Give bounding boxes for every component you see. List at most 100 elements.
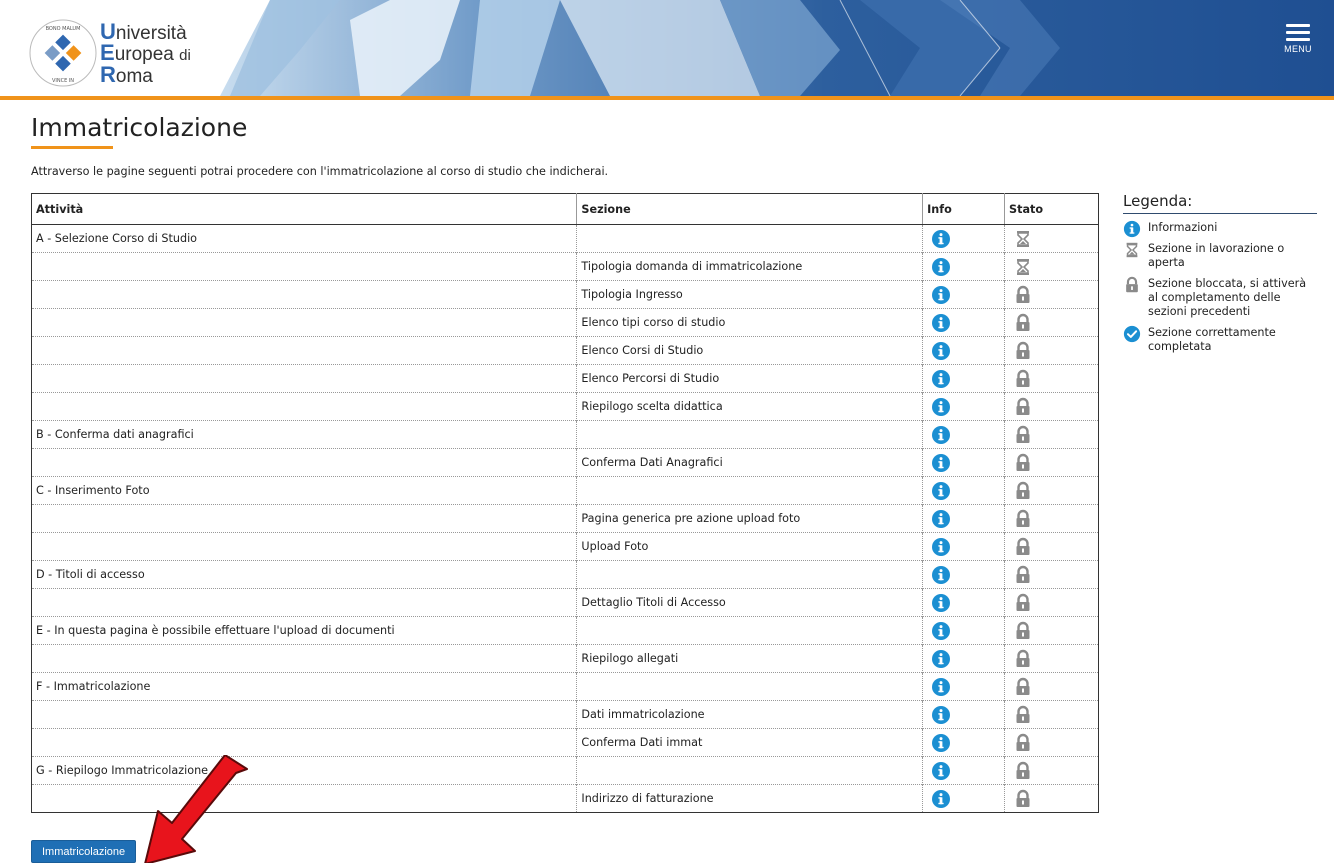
cell-attivita: B - Conferma dati anagrafici: [31, 420, 577, 449]
title-underline: [31, 146, 113, 149]
cell-sezione: Conferma Dati immat: [576, 728, 923, 757]
legend-item: Sezione correttamente completata: [1123, 325, 1317, 354]
cell-info: [922, 364, 1005, 393]
cell-attivita: [31, 336, 577, 365]
table-body: A - Selezione Corso di Studio Tipologia d…: [31, 224, 1099, 813]
info-icon[interactable]: [931, 705, 951, 725]
university-seal-icon: BONO MALUM VINCE IN: [29, 19, 97, 87]
info-icon[interactable]: [931, 789, 951, 809]
info-icon[interactable]: [931, 257, 951, 277]
cell-info: [922, 448, 1005, 477]
header-banner-image: [200, 0, 1334, 96]
cell-sezione: Upload Foto: [576, 532, 923, 561]
hamburger-icon: [1276, 24, 1320, 41]
cell-info: [922, 504, 1005, 533]
info-icon[interactable]: [931, 453, 951, 473]
lock-icon: [1013, 481, 1033, 501]
cell-info: [922, 728, 1005, 757]
cell-sezione: Elenco Percorsi di Studio: [576, 364, 923, 393]
cell-info: [922, 756, 1005, 785]
hourglass-icon: [1013, 229, 1033, 249]
cell-info: [922, 700, 1005, 729]
info-icon[interactable]: [931, 649, 951, 669]
cell-stato: [1004, 420, 1099, 449]
info-icon[interactable]: [931, 621, 951, 641]
cell-stato: [1004, 700, 1099, 729]
hourglass-icon: [1013, 257, 1033, 277]
menu-label: MENU: [1284, 44, 1312, 54]
legend-title: Legenda:: [1123, 192, 1317, 214]
cell-sezione: Indirizzo di fatturazione: [576, 784, 923, 813]
info-icon[interactable]: [931, 481, 951, 501]
cell-stato: [1004, 392, 1099, 421]
info-icon[interactable]: [931, 285, 951, 305]
info-icon[interactable]: [931, 537, 951, 557]
info-icon[interactable]: [931, 593, 951, 613]
legend-item-label: Sezione correttamente completata: [1148, 326, 1276, 353]
lock-icon: [1013, 313, 1033, 333]
table-row: A - Selezione Corso di Studio: [32, 224, 1099, 253]
cell-info: [922, 476, 1005, 505]
lock-icon: [1013, 789, 1033, 809]
info-icon[interactable]: [931, 425, 951, 445]
info-icon[interactable]: [931, 341, 951, 361]
lock-icon: [1013, 733, 1033, 753]
intro-text: Attraverso le pagine seguenti potrai pro…: [31, 165, 609, 178]
cell-sezione: [576, 224, 923, 253]
table-row: E - In questa pagina è possibile effettu…: [31, 616, 1099, 645]
cell-sezione: [576, 420, 923, 449]
site-header: BONO MALUM VINCE IN Università Europea d…: [0, 0, 1334, 100]
lock-icon: [1013, 621, 1033, 641]
info-icon[interactable]: [931, 313, 951, 333]
cell-sezione: Elenco tipi corso di studio: [576, 308, 923, 337]
legend-item: Sezione in lavorazione o aperta: [1123, 242, 1317, 270]
cell-info: [922, 392, 1005, 421]
table-row: Pagina generica pre azione upload foto: [31, 504, 1099, 533]
legend-item: Sezione bloccata, si attiverà al complet…: [1123, 276, 1317, 319]
info-icon[interactable]: [931, 565, 951, 585]
info-icon[interactable]: [931, 677, 951, 697]
info-icon[interactable]: [931, 397, 951, 417]
table-row: Elenco Percorsi di Studio: [31, 364, 1099, 393]
cell-attivita: [31, 252, 577, 281]
cell-info: [922, 672, 1005, 701]
university-logo[interactable]: BONO MALUM VINCE IN Università Europea d…: [28, 18, 218, 88]
university-name: Università Europea di Roma: [100, 19, 191, 87]
cell-info: [922, 560, 1005, 589]
cell-sezione: [576, 672, 923, 701]
legend-item-label: Sezione in lavorazione o aperta: [1148, 242, 1285, 269]
table-row: Upload Foto: [31, 532, 1099, 561]
cell-stato: [1004, 308, 1099, 337]
cell-sezione: [576, 616, 923, 645]
table-row: Riepilogo scelta didattica: [31, 392, 1099, 421]
cell-sezione: Riepilogo scelta didattica: [576, 392, 923, 421]
info-icon[interactable]: [931, 761, 951, 781]
table-row: Conferma Dati immat: [31, 728, 1099, 757]
lock-icon: [1013, 509, 1033, 529]
cell-sezione: Dati immatricolazione: [576, 700, 923, 729]
cell-attivita: [31, 784, 577, 813]
svg-text:VINCE IN: VINCE IN: [52, 78, 74, 84]
cell-sezione: [576, 476, 923, 505]
info-icon[interactable]: [931, 733, 951, 753]
table-header-row: Attività Sezione Info Stato: [31, 193, 1099, 225]
info-icon[interactable]: [931, 369, 951, 389]
column-header-info: Info: [922, 193, 1005, 225]
cell-stato: [1004, 588, 1099, 617]
lock-icon: [1013, 537, 1033, 557]
cell-attivita: [31, 644, 577, 673]
cell-sezione: [576, 560, 923, 589]
info-icon[interactable]: [931, 229, 951, 249]
cell-attivita: F - Immatricolazione: [31, 672, 577, 701]
lock-icon: [1013, 565, 1033, 585]
cell-sezione: Conferma Dati Anagrafici: [576, 448, 923, 477]
cell-stato: [1004, 532, 1099, 561]
table-row: Elenco tipi corso di studio: [31, 308, 1099, 337]
menu-button[interactable]: MENU: [1276, 20, 1320, 64]
cell-info: [922, 532, 1005, 561]
cell-attivita: G - Riepilogo Immatricolazione: [31, 756, 577, 785]
table-row: B - Conferma dati anagrafici: [31, 420, 1099, 449]
info-icon[interactable]: [931, 509, 951, 529]
lock-icon: [1013, 453, 1033, 473]
immatricolazione-button[interactable]: Immatricolazione: [31, 840, 137, 863]
